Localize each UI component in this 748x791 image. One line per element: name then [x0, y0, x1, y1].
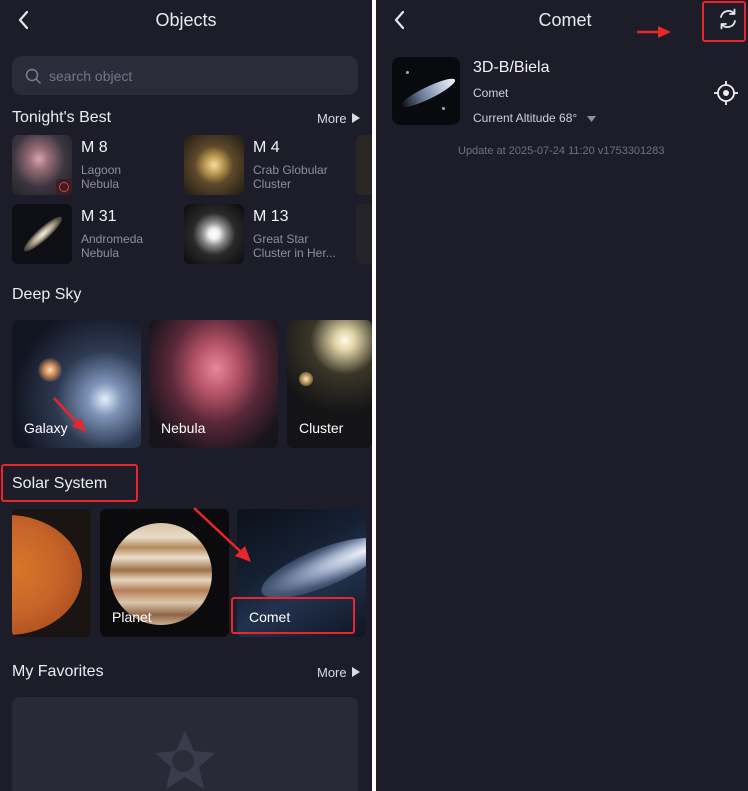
highlight-box: [231, 597, 355, 634]
page-title: Objects: [155, 10, 217, 30]
object-desc-line1: Great Star: [253, 232, 309, 246]
object-name: M 8: [81, 139, 108, 156]
object-desc-line2: Nebula: [81, 246, 120, 260]
altitude-selector[interactable]: Current Altitude 68°: [473, 111, 596, 125]
deep-sky-card-cluster[interactable]: Cluster: [287, 320, 372, 448]
object-name: M 4: [253, 139, 280, 156]
annotation-arrow: [53, 397, 86, 432]
m4-thumbnail: [184, 135, 244, 195]
annotation-arrow: [637, 26, 671, 38]
list-item-m8[interactable]: M 8 Lagoon Nebula: [12, 135, 172, 197]
object-desc-line1: Crab Globular: [253, 163, 328, 177]
object-name: M 13: [253, 208, 289, 225]
card-label: Nebula: [161, 420, 206, 436]
play-icon: [352, 667, 361, 677]
card-label: Planet: [112, 609, 152, 625]
card-label: Cluster: [299, 420, 344, 436]
comet-screen: Comet 3D-B/Biela Comet Current Altitude …: [376, 0, 748, 791]
altitude-label: Current Altitude 68°: [473, 111, 578, 125]
m13-thumbnail: [184, 204, 244, 264]
section-title-deep-sky: Deep Sky: [12, 286, 82, 303]
object-row[interactable]: 3D-B/Biela Comet Current Altitude 68°: [392, 57, 732, 129]
m8-thumbnail: [12, 135, 72, 195]
list-item-m4[interactable]: M 4 Crab Globular Cluster: [184, 135, 354, 197]
partial-thumbnail: [356, 204, 372, 264]
section-title-my-favorites: My Favorites: [12, 663, 104, 680]
search-placeholder: search object: [49, 68, 133, 84]
locate-icon[interactable]: [714, 81, 738, 105]
more-label: More: [317, 665, 347, 680]
objects-screen: Objects search object Tonight's Best Mor…: [0, 0, 372, 791]
section-title-tonights-best: Tonight's Best: [12, 109, 112, 126]
object-type: Comet: [473, 86, 509, 100]
search-input[interactable]: search object: [12, 56, 358, 95]
page-title: Comet: [538, 10, 592, 30]
play-icon: [352, 113, 361, 123]
more-label: More: [317, 111, 347, 126]
refresh-icon[interactable]: [717, 8, 739, 30]
object-desc-line1: Andromeda: [81, 232, 144, 246]
tonights-best-more-button[interactable]: More: [317, 111, 361, 126]
list-item-m13[interactable]: M 13 Great Star Cluster in Her...: [184, 204, 354, 266]
comet-thumbnail: [392, 57, 460, 125]
object-desc-line2: Nebula: [81, 177, 120, 191]
object-desc-line2: Cluster: [253, 177, 292, 191]
object-name: 3D-B/Biela: [473, 59, 550, 76]
object-name: M 31: [81, 208, 117, 225]
favorites-empty-card: [12, 697, 358, 791]
partial-thumbnail: [356, 135, 372, 195]
deep-sky-card-nebula[interactable]: Nebula: [149, 320, 278, 448]
annotation-arrow: [193, 507, 251, 562]
search-icon: [25, 68, 41, 84]
list-item-m31[interactable]: M 31 Andromeda Nebula: [12, 204, 172, 266]
object-desc-line1: Lagoon: [81, 163, 122, 177]
star-icon: [155, 731, 215, 789]
m31-thumbnail: [12, 204, 72, 264]
update-info: Update at 2025-07-24 11:20 v1753301283: [458, 145, 665, 157]
favorites-more-button[interactable]: More: [317, 665, 361, 680]
solar-card-sun[interactable]: [12, 509, 91, 637]
object-desc-line2: Cluster in Her...: [253, 246, 336, 260]
dropdown-icon: [586, 116, 596, 122]
section-title-solar-system: Solar System: [12, 475, 108, 492]
